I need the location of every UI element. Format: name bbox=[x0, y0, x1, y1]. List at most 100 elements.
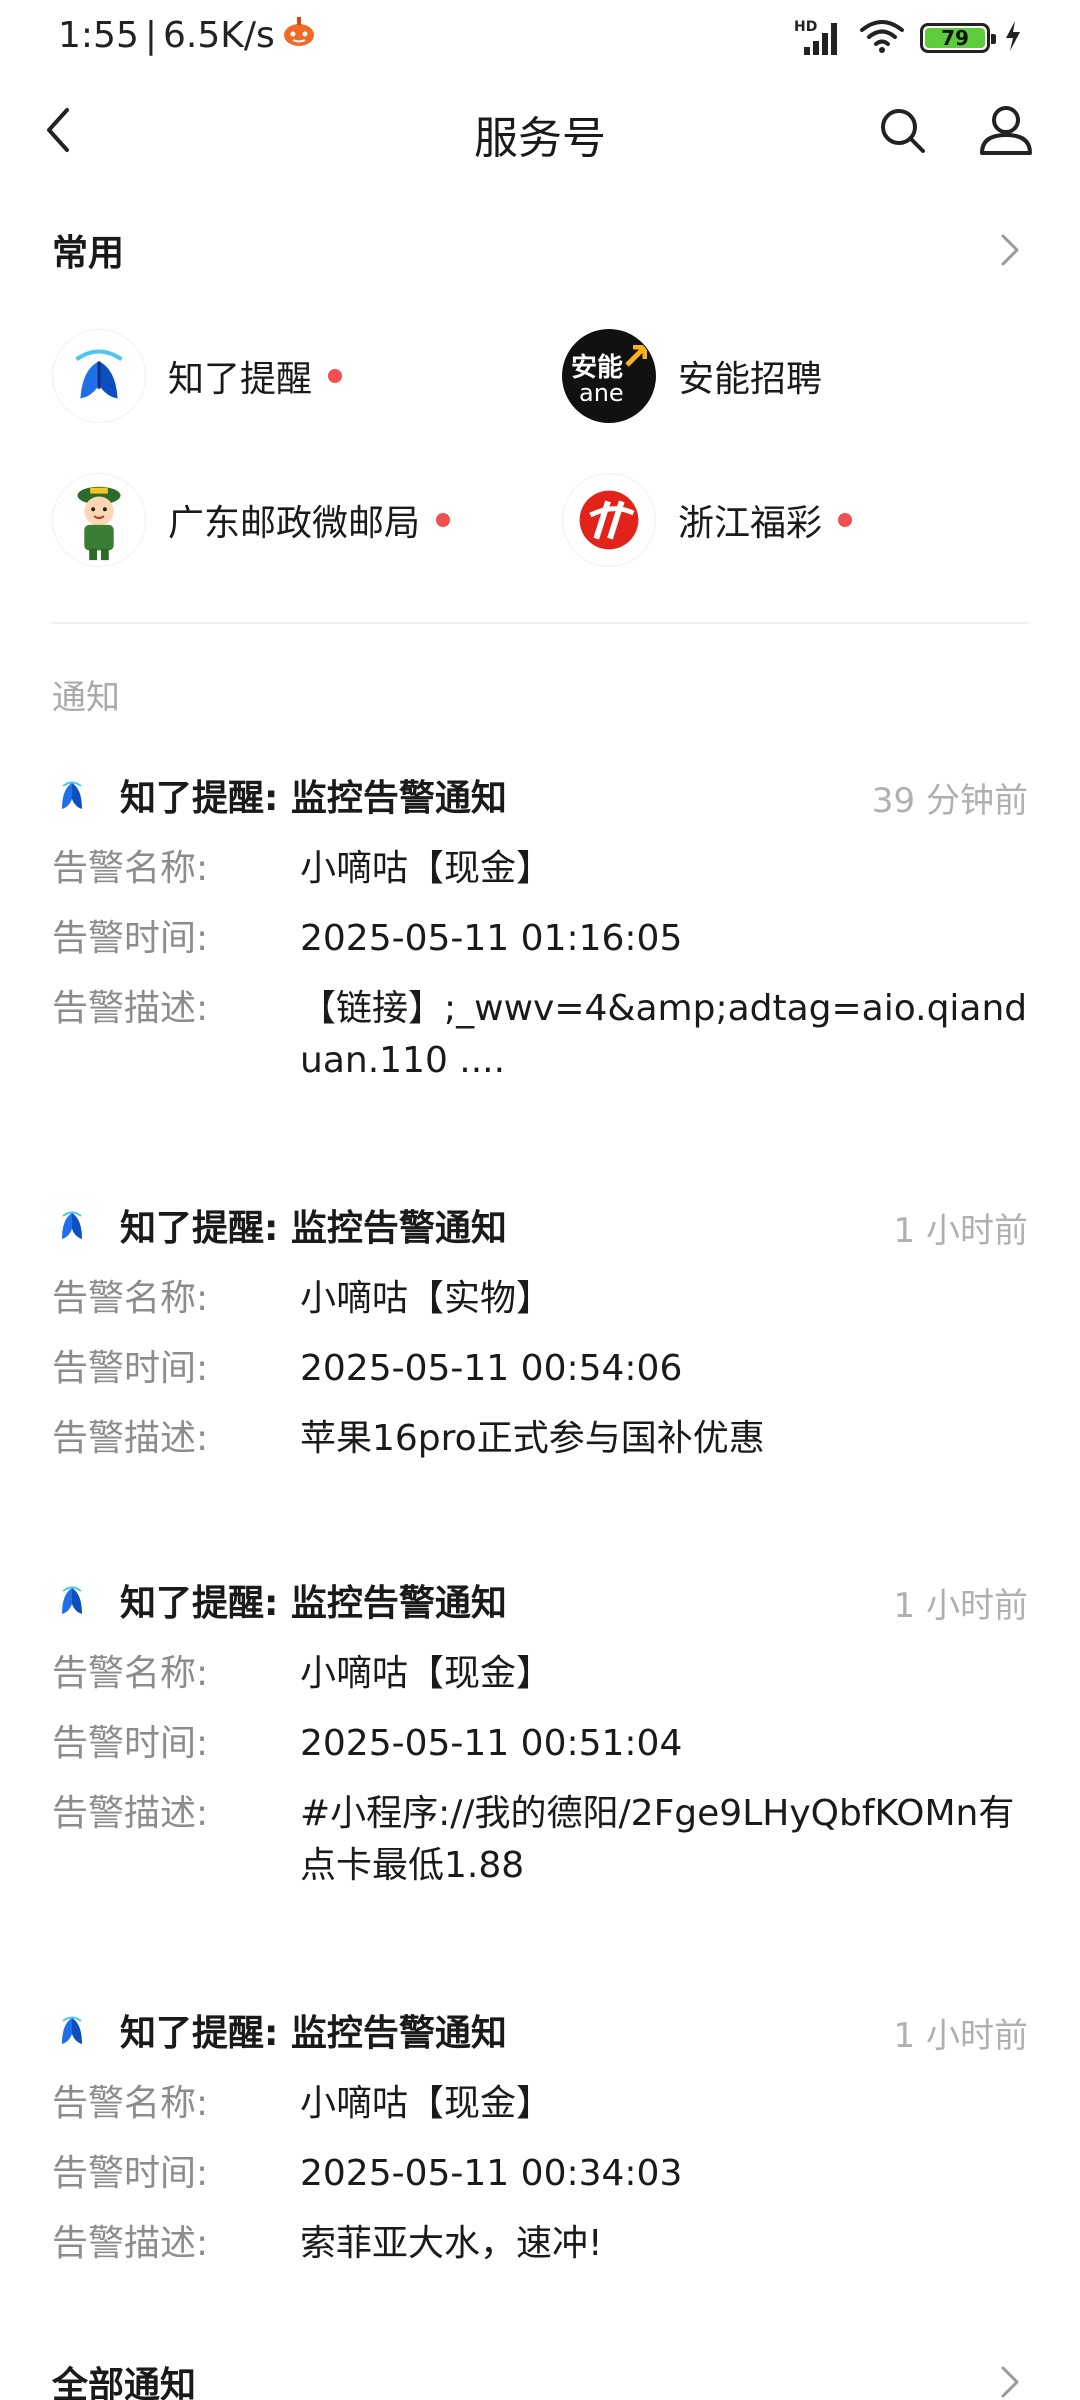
chevron-right-icon bbox=[992, 2364, 1028, 2400]
anneng-avatar: 安能 ane bbox=[562, 329, 656, 423]
alert-time-row: 告警时间: 2025-05-11 00:34:03 bbox=[52, 2148, 1028, 2200]
cicada-logo-icon bbox=[52, 2010, 92, 2050]
alert-name-label: 告警名称: bbox=[52, 1278, 209, 1319]
account-guangdong-post[interactable]: 广东邮政微邮局 bbox=[52, 470, 451, 570]
notice-card[interactable]: 知了提醒: 监控告警通知 1 小时前 告警名称: 小嘀咕【实物】 告警时间: 2… bbox=[52, 1195, 1028, 1465]
notice-title: 知了提醒: 监控告警通知 bbox=[120, 1583, 507, 1624]
user-icon bbox=[980, 106, 1032, 155]
charging-icon bbox=[1004, 21, 1022, 55]
unread-dot bbox=[436, 513, 451, 527]
status-bar: 1:55 | 6.5K/s HD 79 bbox=[0, 0, 1080, 80]
postman-mascot-icon bbox=[77, 486, 121, 561]
alert-desc-label: 告警描述: bbox=[52, 988, 209, 1029]
alert-desc-label: 告警描述: bbox=[52, 2223, 209, 2264]
notice-time: 39 分钟前 bbox=[871, 781, 1028, 821]
all-notices-link[interactable]: 全部通知 bbox=[52, 2352, 1028, 2400]
alert-name-label: 告警名称: bbox=[52, 2083, 209, 2124]
battery-level: 79 bbox=[925, 26, 985, 50]
wifi-icon bbox=[858, 18, 906, 58]
zhejiang-lottery-avatar bbox=[562, 473, 656, 567]
notice-time: 1 小时前 bbox=[893, 1586, 1028, 1626]
account-zhiliao[interactable]: 知了提醒 bbox=[52, 326, 343, 426]
anneng-arrow-icon bbox=[625, 345, 647, 367]
alert-name-label: 告警名称: bbox=[52, 848, 209, 889]
notice-time: 1 小时前 bbox=[893, 2016, 1028, 2056]
divider bbox=[52, 622, 1028, 624]
notice-card[interactable]: 知了提醒: 监控告警通知 39 分钟前 告警名称: 小嘀咕【现金】 告警时间: … bbox=[52, 765, 1028, 1087]
alert-time-label: 告警时间: bbox=[52, 1723, 209, 1764]
notice-title: 知了提醒: 监控告警通知 bbox=[120, 1208, 507, 1249]
notice-header: 知了提醒: 监控告警通知 1 小时前 bbox=[52, 1570, 1028, 1630]
cicada-logo-icon bbox=[52, 775, 92, 815]
alert-name-value: 小嘀咕【实物】 bbox=[300, 1278, 553, 1319]
alert-time-value: 2025-05-11 00:51:04 bbox=[300, 1723, 683, 1764]
alert-desc-row: 告警描述: 苹果16pro正式参与国补优惠 bbox=[52, 1413, 1028, 1465]
alert-name-row: 告警名称: 小嘀咕【现金】 bbox=[52, 1648, 1028, 1700]
nav-bar: 服务号 bbox=[0, 90, 1080, 170]
alert-name-value: 小嘀咕【现金】 bbox=[300, 1653, 553, 1694]
anneng-logo-sub: ane bbox=[579, 379, 624, 407]
alert-time-row: 告警时间: 2025-05-11 01:16:05 bbox=[52, 913, 1028, 965]
frequent-header[interactable]: 常用 bbox=[52, 220, 1028, 280]
alert-name-value: 小嘀咕【现金】 bbox=[300, 2083, 553, 2124]
battery-icon: 79 bbox=[920, 23, 996, 53]
notice-header: 知了提醒: 监控告警通知 1 小时前 bbox=[52, 1195, 1028, 1255]
frequent-title: 常用 bbox=[52, 233, 125, 274]
alert-desc-value: #小程序://我的德阳/2Fge9LHyQbfKOMn有点卡最低1.88 bbox=[300, 1793, 1015, 1886]
search-button[interactable] bbox=[874, 102, 930, 158]
alert-desc-value: 苹果16pro正式参与国补优惠 bbox=[300, 1418, 765, 1459]
alert-time-value: 2025-05-11 00:34:03 bbox=[300, 2153, 683, 2194]
alert-desc-row: 告警描述: 【链接】;_wwv=4&amp;adtag=aio.qianduan… bbox=[52, 983, 1028, 1087]
status-right: HD 79 bbox=[794, 18, 1022, 58]
alert-name-row: 告警名称: 小嘀咕【实物】 bbox=[52, 1273, 1028, 1325]
account-name: 浙江福彩 bbox=[678, 503, 823, 544]
alert-time-value: 2025-05-11 01:16:05 bbox=[300, 918, 683, 959]
alert-name-row: 告警名称: 小嘀咕【现金】 bbox=[52, 843, 1028, 895]
guangdong-post-avatar bbox=[52, 473, 146, 567]
notice-card[interactable]: 知了提醒: 监控告警通知 1 小时前 告警名称: 小嘀咕【现金】 告警时间: 2… bbox=[52, 1570, 1028, 1892]
profile-button[interactable] bbox=[976, 102, 1036, 158]
alert-time-label: 告警时间: bbox=[52, 1348, 209, 1389]
alert-desc-value: 【链接】;_wwv=4&amp;adtag=aio.qianduan.110 .… bbox=[300, 988, 1028, 1081]
alert-name-row: 告警名称: 小嘀咕【现金】 bbox=[52, 2078, 1028, 2130]
account-zhejiang-lottery[interactable]: 浙江福彩 bbox=[562, 470, 853, 570]
alert-time-row: 告警时间: 2025-05-11 00:54:06 bbox=[52, 1343, 1028, 1395]
app-notification-icon bbox=[281, 14, 317, 57]
cicada-logo-icon bbox=[75, 349, 123, 399]
notice-section-title: 通知 bbox=[52, 678, 120, 718]
alert-time-label: 告警时间: bbox=[52, 918, 209, 959]
status-speed: 6.5K/s bbox=[162, 15, 275, 56]
alert-desc-label: 告警描述: bbox=[52, 1793, 209, 1834]
unread-dot bbox=[328, 369, 343, 383]
notice-title: 知了提醒: 监控告警通知 bbox=[120, 778, 507, 819]
unread-dot bbox=[838, 513, 853, 527]
signal-icon: HD bbox=[794, 19, 844, 57]
alert-time-row: 告警时间: 2025-05-11 00:51:04 bbox=[52, 1718, 1028, 1770]
chevron-right-icon bbox=[992, 232, 1028, 268]
alert-desc-value: 索菲亚大水，速冲! bbox=[300, 2223, 603, 2264]
notice-header: 知了提醒: 监控告警通知 39 分钟前 bbox=[52, 765, 1028, 825]
account-anneng[interactable]: 安能 ane 安能招聘 bbox=[562, 326, 822, 426]
cicada-logo-icon bbox=[52, 1580, 92, 1620]
lottery-logo-icon bbox=[579, 490, 639, 550]
notice-header: 知了提醒: 监控告警通知 1 小时前 bbox=[52, 2000, 1028, 2060]
alert-name-value: 小嘀咕【现金】 bbox=[300, 848, 553, 889]
alert-name-label: 告警名称: bbox=[52, 1653, 209, 1694]
alert-desc-row: 告警描述: #小程序://我的德阳/2Fge9LHyQbfKOMn有点卡最低1.… bbox=[52, 1788, 1028, 1892]
account-name: 知了提醒 bbox=[168, 359, 313, 400]
all-notices-label: 全部通知 bbox=[52, 2365, 197, 2400]
alert-desc-label: 告警描述: bbox=[52, 1418, 209, 1459]
notice-time: 1 小时前 bbox=[893, 1211, 1028, 1251]
notice-card[interactable]: 知了提醒: 监控告警通知 1 小时前 告警名称: 小嘀咕【现金】 告警时间: 2… bbox=[52, 2000, 1028, 2270]
search-icon bbox=[881, 109, 925, 153]
zhiliao-avatar bbox=[52, 329, 146, 423]
status-separator: | bbox=[144, 15, 157, 56]
account-name: 安能招聘 bbox=[678, 359, 823, 400]
alert-time-label: 告警时间: bbox=[52, 2153, 209, 2194]
cicada-logo-icon bbox=[52, 1205, 92, 1245]
account-name: 广东邮政微邮局 bbox=[168, 503, 421, 544]
alert-desc-row: 告警描述: 索菲亚大水，速冲! bbox=[52, 2218, 1028, 2270]
alert-time-value: 2025-05-11 00:54:06 bbox=[300, 1348, 683, 1389]
battery-percent: 79 bbox=[941, 26, 969, 50]
status-left: 1:55 | 6.5K/s bbox=[58, 14, 317, 57]
